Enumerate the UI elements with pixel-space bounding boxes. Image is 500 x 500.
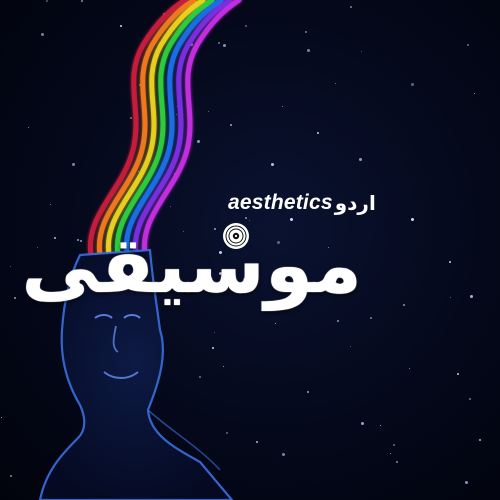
artwork-canvas: aesthetics اردو موسیقی (0, 0, 500, 500)
title-urdu-text: موسیقی (21, 221, 364, 311)
